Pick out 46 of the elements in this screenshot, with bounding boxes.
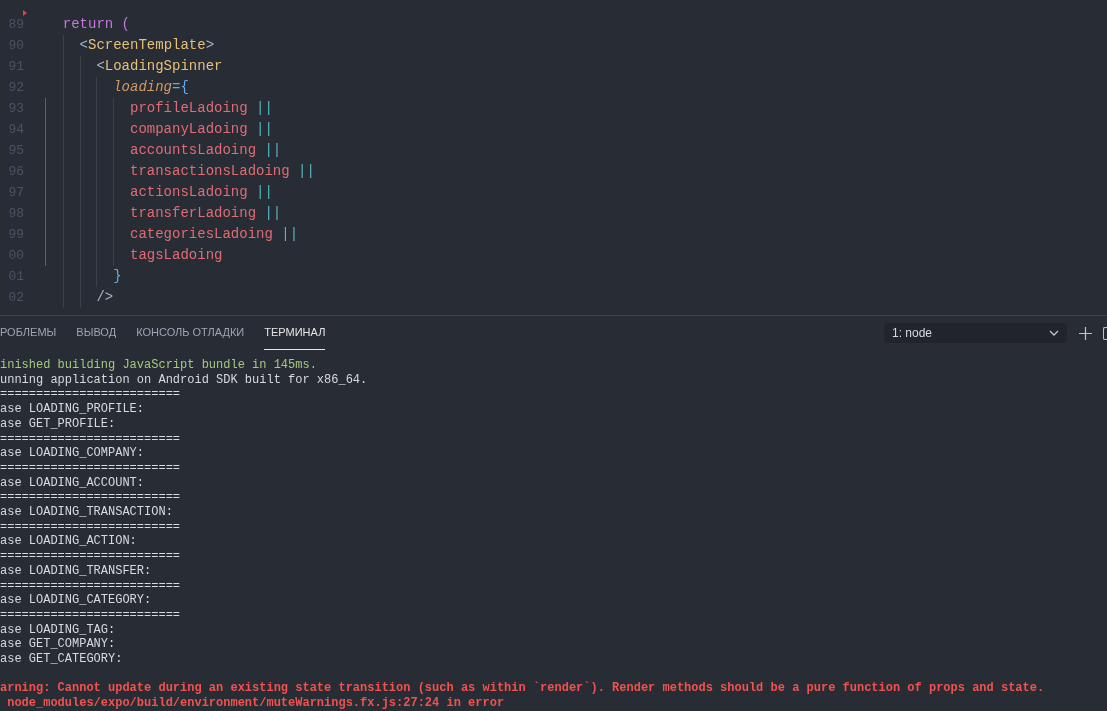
terminal-line: ========================= xyxy=(0,460,181,475)
code-line: loading={ xyxy=(112,78,189,97)
code-line: accountsLadoing || xyxy=(129,141,282,160)
code-line: categoriesLadoing || xyxy=(129,225,299,244)
code-line: } xyxy=(112,267,122,286)
terminal-line: ========================= xyxy=(0,519,181,534)
terminal-line: ase LOADING_TRANSACTION: xyxy=(0,505,173,520)
terminal-line: ========================= xyxy=(0,490,181,505)
terminal-line: unning application on Android SDK built for x86_64. xyxy=(0,372,368,387)
terminal-select[interactable]: 1: node xyxy=(884,323,1067,343)
terminal-line: ase GET_COMPANY: xyxy=(0,637,116,652)
code-line: /> xyxy=(95,288,114,307)
terminal-line: ========================= xyxy=(0,607,181,622)
code-line: tagsLadoing xyxy=(129,246,223,265)
terminal-line: ========================= xyxy=(0,387,181,402)
terminal-line: node_modules/expo/build/environment/muteWarnings.fx.js:27:24 in error xyxy=(6,696,505,711)
code-line: <LoadingSpinner xyxy=(95,57,223,76)
plus-icon xyxy=(1078,326,1092,340)
terminal-line: ========================= xyxy=(0,431,181,446)
code-line: actionsLadoing || xyxy=(129,183,273,202)
terminal-line: ase LOADING_ACTION: xyxy=(0,534,137,549)
chevron-down-icon xyxy=(1049,330,1059,336)
terminal-line: ase GET_PROFILE: xyxy=(0,416,116,431)
code-line: return ( xyxy=(61,15,131,34)
panel-tab[interactable]: КОНСОЛЬ ОТЛАДКИ xyxy=(136,316,245,350)
terminal-line: ase LOADING_TRANSFER: xyxy=(0,563,152,578)
panel-tab[interactable]: РОБЛЕМЫ xyxy=(0,316,57,350)
code-line: companyLadoing || xyxy=(129,120,273,139)
panel-tab[interactable]: ВЫВОД xyxy=(76,316,117,350)
terminal-line: ase LOADING_TAG: xyxy=(0,622,116,637)
add-terminal-button[interactable] xyxy=(1077,325,1093,341)
terminal-line: ase LOADING_COMPANY: xyxy=(0,446,145,461)
terminal-line: ase LOADING_CATEGORY: xyxy=(0,593,152,608)
code-line: transactionsLadoing || xyxy=(129,162,315,181)
panel-tab[interactable]: ТЕРМИНАЛ xyxy=(264,316,326,350)
code-line: transferLadoing || xyxy=(129,204,282,223)
terminal-line: ase LOADING_PROFILE: xyxy=(0,402,145,417)
terminal-line: ase LOADING_ACCOUNT: xyxy=(0,475,145,490)
terminal-line: arning: Cannot update during an existing state transition (such as within `render`). Render methods should be a pure function of props and state. xyxy=(0,681,1045,696)
split-terminal-icon[interactable] xyxy=(1103,326,1107,340)
code-line: <ScreenTemplate> xyxy=(78,36,215,55)
terminal-line: ========================= xyxy=(0,578,181,593)
terminal-line: inished building JavaScript bundle in 145ms. xyxy=(0,358,317,372)
code-line: profileLadoing || xyxy=(129,99,273,118)
terminal-line: ase GET_CATEGORY: xyxy=(0,652,123,667)
terminal-line: ========================= xyxy=(0,549,181,564)
